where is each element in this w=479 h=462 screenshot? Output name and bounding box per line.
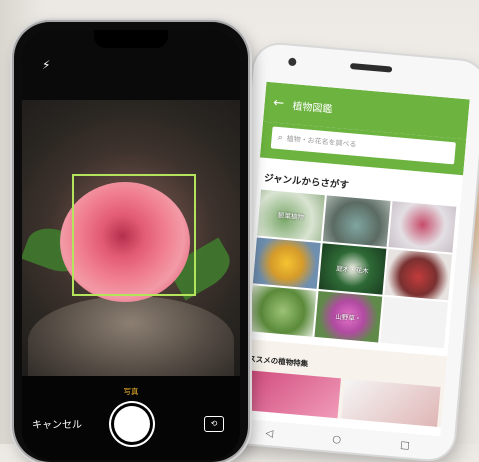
nav-recents-icon[interactable]: □ (400, 439, 410, 451)
notch (94, 30, 168, 48)
genre-tile[interactable] (248, 285, 317, 337)
android-phone: ← 植物図鑑 ⌕ 植物・お花名を調べる ジャンルからさがす 観葉植物 庭木・花木… (221, 42, 479, 462)
flower-pot (28, 296, 234, 376)
genre-tile[interactable] (388, 201, 457, 253)
iphone: ⚡ 写真 キャンセル ⟲ (14, 22, 248, 462)
genre-grid: 観葉植物 庭木・花木 山野草・ (245, 189, 461, 349)
app-title: 植物図鑑 (292, 100, 333, 116)
genre-label: 庭木・花木 (335, 264, 369, 276)
genre-tile[interactable] (252, 237, 321, 289)
genre-tile (380, 296, 448, 349)
recommend-card[interactable] (241, 369, 341, 419)
genre-label: 観葉植物 (277, 211, 305, 222)
shutter-button[interactable] (114, 406, 150, 442)
flip-camera-icon[interactable]: ⟲ (204, 416, 224, 432)
nav-home-icon[interactable]: ○ (332, 433, 342, 445)
genre-tile[interactable]: 観葉植物 (257, 189, 325, 242)
genre-tile[interactable] (384, 248, 453, 301)
camera-mode-label[interactable]: 写真 (22, 386, 240, 397)
genre-tile[interactable] (322, 195, 391, 247)
front-camera (288, 57, 297, 67)
genre-tile[interactable]: 庭木・花木 (318, 243, 387, 295)
search-placeholder: 植物・お花名を調べる (286, 134, 357, 149)
genre-tile[interactable]: 山野草・ (314, 291, 383, 343)
iphone-screen: ⚡ 写真 キャンセル ⟲ (22, 30, 240, 460)
flash-icon[interactable]: ⚡ (42, 58, 50, 72)
search-icon: ⌕ (277, 132, 284, 144)
camera-viewfinder (22, 100, 240, 376)
focus-frame (72, 174, 196, 296)
recommend-card[interactable] (341, 378, 441, 427)
cancel-button[interactable]: キャンセル (32, 416, 82, 431)
back-arrow-icon[interactable]: ← (264, 94, 293, 111)
speaker-grille (349, 62, 393, 73)
camera-bottom-bar: 写真 キャンセル ⟲ (22, 376, 240, 460)
genre-label: 山野草・ (334, 312, 362, 323)
android-screen: ← 植物図鑑 ⌕ 植物・お花名を調べる ジャンルからさがす 観葉植物 庭木・花木… (237, 81, 470, 437)
nav-back-icon[interactable]: ◁ (265, 428, 274, 440)
